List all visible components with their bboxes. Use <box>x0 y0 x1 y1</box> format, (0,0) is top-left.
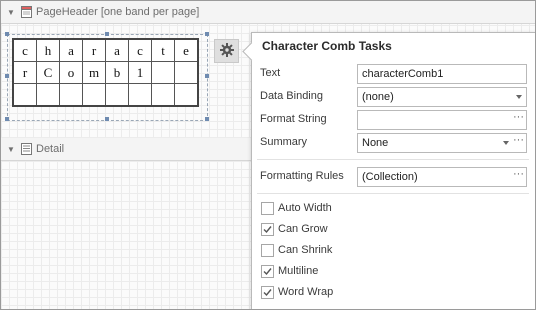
data-binding-dropdown[interactable]: (none) <box>357 87 527 107</box>
report-designer-surface: ▼ PageHeader [one band per page] charact… <box>0 0 536 310</box>
comb-cell: 1 <box>128 61 152 84</box>
text-value: characterComb1 <box>362 68 444 80</box>
page-header-band[interactable]: ▼ PageHeader [one band per page] <box>1 1 535 24</box>
comb-cell: h <box>36 38 60 62</box>
resize-handle[interactable] <box>105 117 109 121</box>
data-binding-label: Data Binding <box>260 90 323 102</box>
formatting-rules-input[interactable]: (Collection) ··· <box>357 167 527 187</box>
resize-handle[interactable] <box>5 32 9 36</box>
collapse-triangle-icon[interactable]: ▼ <box>7 145 15 154</box>
comb-cell: C <box>36 61 60 84</box>
comb-cell: o <box>59 61 83 84</box>
comb-cell: r <box>82 38 106 62</box>
resize-handle[interactable] <box>205 74 209 78</box>
comb-cell: a <box>105 38 129 62</box>
checkbox-label: Can Shrink <box>278 244 333 256</box>
checkbox-word-wrap[interactable]: Word Wrap <box>261 285 461 301</box>
resize-handle[interactable] <box>205 32 209 36</box>
comb-cell <box>151 83 175 107</box>
checkbox-box[interactable] <box>261 223 274 236</box>
comb-cell: c <box>128 38 152 62</box>
checkbox-label: Can Grow <box>278 223 328 235</box>
text-row: Text characterComb1 <box>260 64 530 84</box>
smart-tag-button[interactable] <box>214 39 239 63</box>
ellipsis-button[interactable]: ··· <box>513 168 524 180</box>
checkmark-icon <box>263 226 272 234</box>
chevron-down-icon[interactable] <box>516 95 522 99</box>
page-header-band-label: PageHeader [one band per page] <box>36 6 200 18</box>
checkbox-auto-width[interactable]: Auto Width <box>261 201 461 217</box>
comb-cell <box>174 61 199 84</box>
ellipsis-button[interactable]: ··· <box>513 111 524 123</box>
detail-band-label: Detail <box>36 143 65 155</box>
comb-cell <box>36 83 60 107</box>
comb-cell: r <box>12 61 37 84</box>
checkbox-can-grow[interactable]: Can Grow <box>261 222 461 238</box>
resize-handle[interactable] <box>5 74 9 78</box>
ellipsis-button[interactable]: ··· <box>513 134 524 146</box>
comb-cell <box>151 61 175 84</box>
formatting-rules-value: (Collection) <box>362 171 418 183</box>
format-string-row: Format String ··· <box>260 110 530 130</box>
comb-cell <box>105 83 129 107</box>
panel-pointer <box>242 42 261 61</box>
comb-row: characte <box>12 38 199 62</box>
checkbox-box[interactable] <box>261 202 274 215</box>
checkbox-label: Multiline <box>278 265 319 277</box>
divider <box>257 159 529 160</box>
comb-row: rComb1 <box>12 61 199 84</box>
character-comb-control[interactable]: characterComb1 <box>12 38 199 107</box>
summary-value: None <box>362 137 389 149</box>
comb-row <box>12 83 199 107</box>
checkmark-icon <box>263 268 272 276</box>
comb-cell: c <box>12 38 37 62</box>
summary-label: Summary <box>260 136 308 148</box>
character-comb-tasks-panel: Character Comb Tasks Text characterComb1… <box>242 32 535 309</box>
comb-cell <box>12 83 37 107</box>
formatting-rules-row: Formatting Rules (Collection) ··· <box>260 167 530 187</box>
checkbox-multiline[interactable]: Multiline <box>261 264 461 280</box>
collapse-triangle-icon[interactable]: ▼ <box>7 8 15 17</box>
format-string-input[interactable]: ··· <box>357 110 527 130</box>
comb-cell: b <box>105 61 129 84</box>
panel-title: Character Comb Tasks <box>262 39 392 53</box>
checkbox-box[interactable] <box>261 244 274 257</box>
chevron-down-icon[interactable] <box>503 141 509 145</box>
formatting-rules-label: Formatting Rules <box>260 170 344 182</box>
comb-cell: e <box>174 38 199 62</box>
checkbox-box[interactable] <box>261 265 274 278</box>
comb-cell <box>174 83 199 107</box>
checkbox-can-shrink[interactable]: Can Shrink <box>261 243 461 259</box>
comb-cell: a <box>59 38 83 62</box>
comb-cell: m <box>82 61 106 84</box>
resize-handle[interactable] <box>105 32 109 36</box>
data-binding-row: Data Binding (none) <box>260 87 530 107</box>
summary-dropdown[interactable]: None ··· <box>357 133 527 153</box>
resize-handle[interactable] <box>205 117 209 121</box>
divider <box>257 193 529 194</box>
resize-handle[interactable] <box>5 117 9 121</box>
comb-cell <box>128 83 152 107</box>
band-detail-icon <box>21 143 32 155</box>
data-binding-value: (none) <box>362 91 394 103</box>
checkbox-label: Word Wrap <box>278 286 334 298</box>
comb-cell <box>82 83 106 107</box>
checkbox-box[interactable] <box>261 286 274 299</box>
summary-row: Summary None ··· <box>260 133 530 153</box>
checkbox-label: Auto Width <box>278 202 332 214</box>
comb-cell <box>59 83 83 107</box>
text-input[interactable]: characterComb1 <box>357 64 527 84</box>
checkmark-icon <box>263 289 272 297</box>
comb-cell: t <box>151 38 175 62</box>
text-label: Text <box>260 67 281 79</box>
gear-icon <box>219 42 234 60</box>
format-string-label: Format String <box>260 113 327 125</box>
band-page-icon <box>21 6 32 18</box>
